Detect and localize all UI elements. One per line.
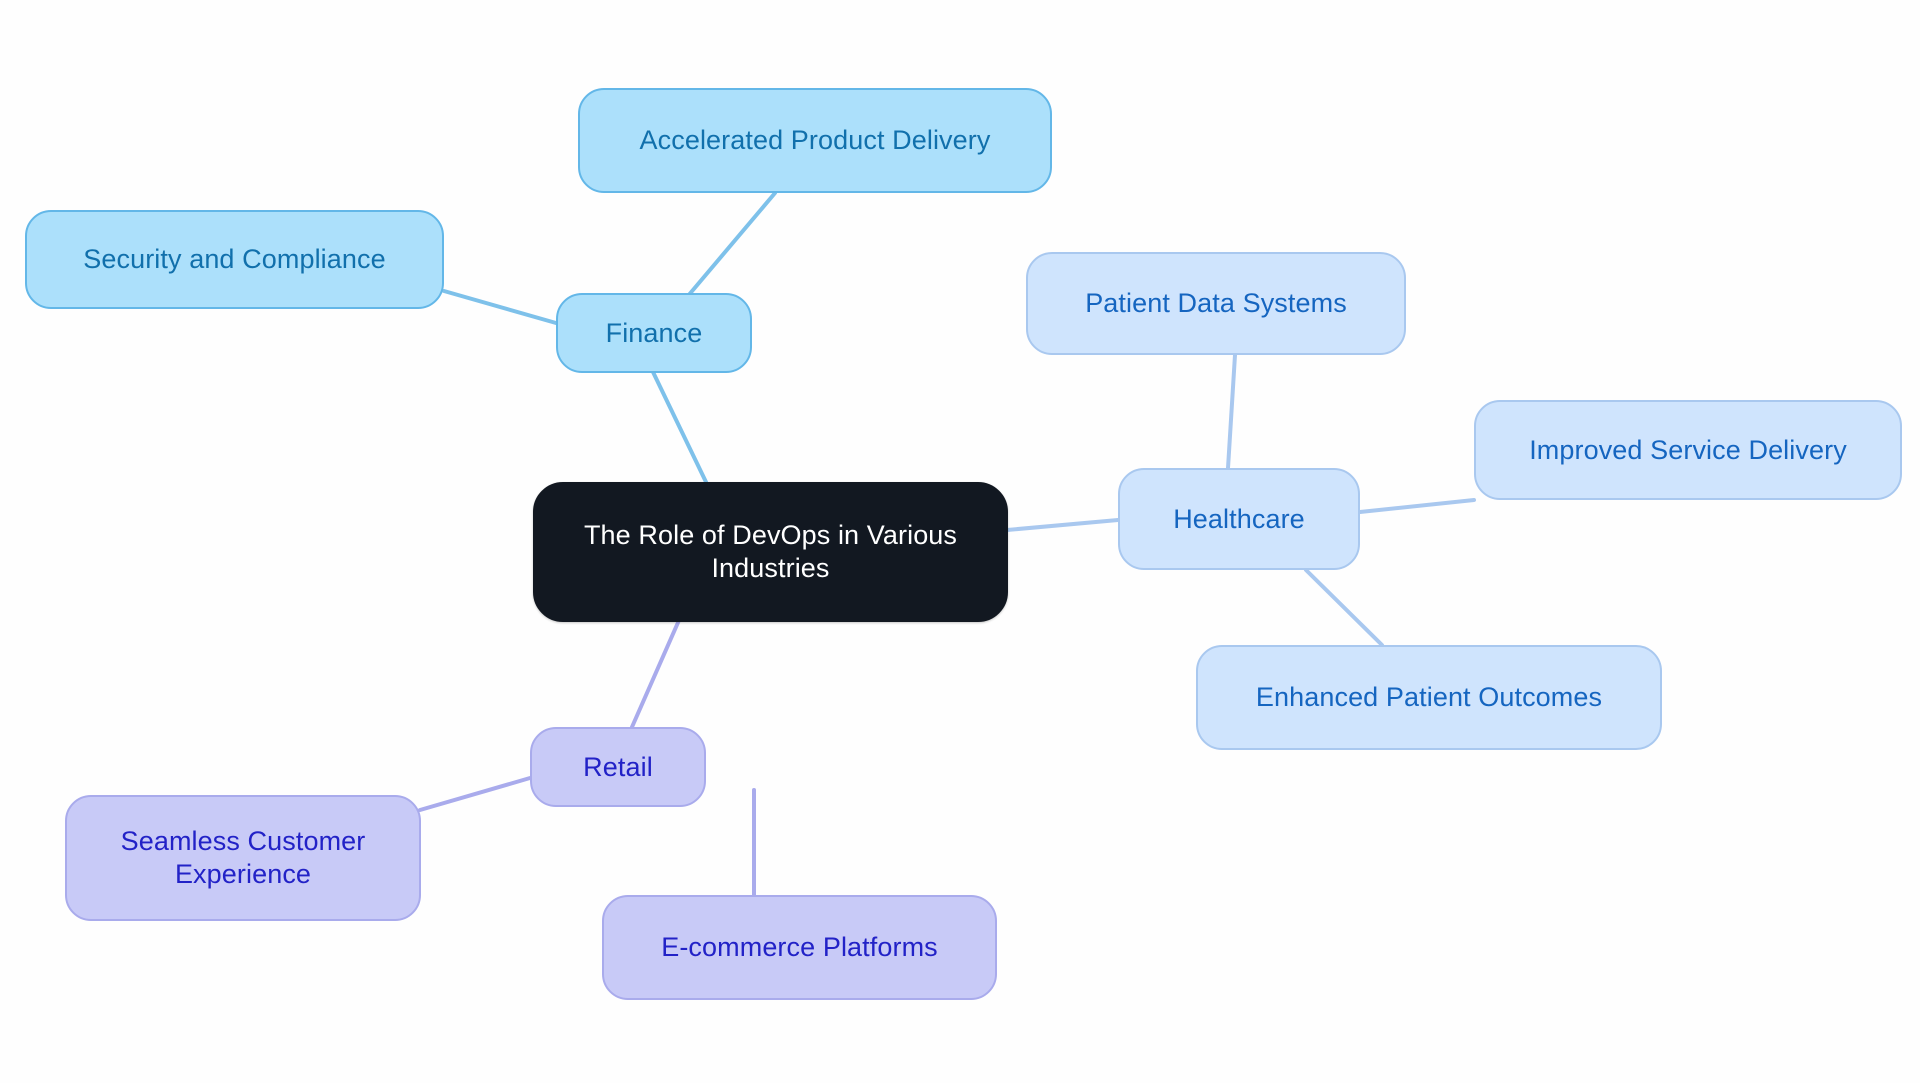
node-seamless-customer-experience[interactable]: Seamless Customer Experience bbox=[65, 795, 421, 921]
node-enhanced-patient-outcomes[interactable]: Enhanced Patient Outcomes bbox=[1196, 645, 1662, 750]
node-healthcare[interactable]: Healthcare bbox=[1118, 468, 1360, 570]
node-improved-service-delivery[interactable]: Improved Service Delivery bbox=[1474, 400, 1902, 500]
edge-root-retail bbox=[630, 616, 682, 729]
node-e-commerce-platforms[interactable]: E-commerce Platforms bbox=[602, 895, 997, 1000]
edge-root-healthcare bbox=[1005, 518, 1120, 532]
node-retail[interactable]: Retail bbox=[530, 727, 706, 807]
node-accelerated-product-delivery[interactable]: Accelerated Product Delivery bbox=[578, 88, 1052, 193]
node-security-and-compliance[interactable]: Security and Compliance bbox=[25, 210, 444, 309]
mindmap-canvas: The Role of DevOps in Various Industries… bbox=[0, 0, 1920, 1083]
node-finance[interactable]: Finance bbox=[556, 293, 752, 373]
edge-healthcare-improved-service-delivery bbox=[1358, 498, 1476, 514]
edge-healthcare-patient-data-systems bbox=[1226, 353, 1237, 470]
edge-finance-accelerated-product-delivery bbox=[680, 191, 777, 305]
edge-retail-seamless-customer-experience bbox=[418, 776, 532, 812]
edge-root-finance bbox=[651, 370, 708, 484]
node-root[interactable]: The Role of DevOps in Various Industries bbox=[533, 482, 1008, 622]
node-patient-data-systems[interactable]: Patient Data Systems bbox=[1026, 252, 1406, 355]
edge-healthcare-enhanced-patient-outcomes bbox=[1304, 568, 1384, 647]
edge-finance-security-and-compliance bbox=[442, 289, 558, 325]
